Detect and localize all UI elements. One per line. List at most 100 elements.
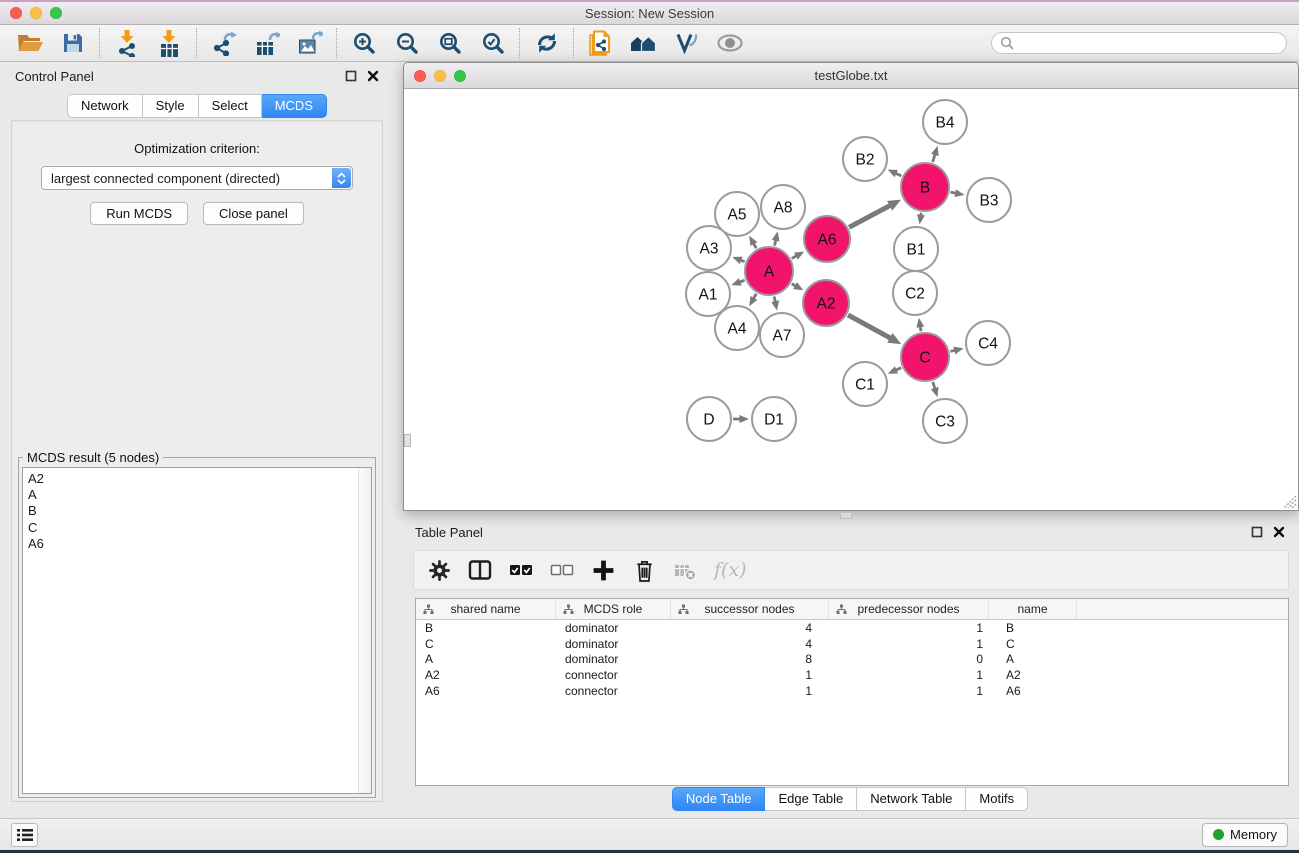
table-cell[interactable]: dominator: [556, 652, 671, 666]
tab-network[interactable]: Network: [67, 94, 143, 118]
task-history-button[interactable]: [11, 823, 38, 847]
list-item[interactable]: B: [28, 503, 366, 519]
zoom-out-button[interactable]: [385, 27, 428, 60]
column-header-name[interactable]: name: [989, 599, 1077, 619]
export-table-button[interactable]: [245, 27, 288, 60]
divider-grip[interactable]: [840, 512, 852, 519]
table-cell[interactable]: 4: [671, 621, 829, 635]
home-button[interactable]: [622, 27, 665, 60]
divider-grip[interactable]: [404, 434, 411, 447]
float-panel-icon[interactable]: [1251, 526, 1263, 538]
import-table-button[interactable]: [148, 27, 191, 60]
close-panel-button[interactable]: Close panel: [203, 202, 304, 225]
select-all-button[interactable]: [509, 558, 533, 582]
table-cell[interactable]: 1: [829, 637, 989, 651]
network-canvas[interactable]: B4B2BB3A8A5A6B1A3AA1C2A2A4A7C4CC1C3DD1: [404, 90, 1298, 510]
criterion-select[interactable]: largest connected component (directed): [41, 166, 353, 190]
table-cell[interactable]: 4: [671, 637, 829, 651]
table-settings-button[interactable]: [428, 559, 451, 582]
table-cell[interactable]: 8: [671, 652, 829, 666]
zoom-window-button[interactable]: [50, 7, 62, 19]
table-row[interactable]: A6connector11A6: [416, 683, 1288, 699]
scrollbar[interactable]: [358, 468, 371, 793]
delete-column-button[interactable]: [633, 558, 656, 583]
table-cell[interactable]: A: [989, 652, 1077, 666]
table-cell[interactable]: B: [416, 621, 556, 635]
tab-edge-table[interactable]: Edge Table: [765, 787, 857, 811]
run-mcds-button[interactable]: Run MCDS: [90, 202, 188, 225]
table-cell[interactable]: 1: [671, 668, 829, 682]
table-cell[interactable]: A6: [416, 684, 556, 698]
column-header-predecessor-nodes[interactable]: predecessor nodes: [829, 599, 989, 619]
table-row[interactable]: A2connector11A2: [416, 667, 1288, 683]
close-panel-icon[interactable]: [1273, 526, 1285, 538]
export-network-button[interactable]: [202, 27, 245, 60]
tab-mcds[interactable]: MCDS: [262, 94, 327, 118]
add-column-button[interactable]: [591, 558, 616, 583]
table-row[interactable]: Cdominator41C: [416, 636, 1288, 652]
hide-panel-button[interactable]: [708, 27, 751, 60]
table-cell[interactable]: 1: [671, 684, 829, 698]
close-window-button[interactable]: [10, 7, 22, 19]
zoom-selected-button[interactable]: [471, 27, 514, 60]
table-cell[interactable]: A2: [989, 668, 1077, 682]
column-header-mcds-role[interactable]: MCDS role: [556, 599, 671, 619]
table-cell[interactable]: C: [989, 637, 1077, 651]
close-panel-icon[interactable]: [367, 70, 379, 82]
table-cell[interactable]: dominator: [556, 637, 671, 651]
column-layout-button[interactable]: [468, 558, 492, 582]
tab-node-table[interactable]: Node Table: [672, 787, 766, 811]
graphics-details-icon: [675, 32, 699, 54]
tab-motifs[interactable]: Motifs: [966, 787, 1028, 811]
toolbar-search[interactable]: [991, 32, 1287, 54]
zoom-fit-button[interactable]: [428, 27, 471, 60]
table-row[interactable]: Adominator80A: [416, 652, 1288, 668]
tab-network-table[interactable]: Network Table: [857, 787, 966, 811]
resize-grip-icon[interactable]: [1281, 493, 1297, 509]
tab-select[interactable]: Select: [199, 94, 262, 118]
save-session-button[interactable]: [51, 27, 94, 60]
table-cell[interactable]: dominator: [556, 621, 671, 635]
import-network-button[interactable]: [105, 27, 148, 60]
table-cell[interactable]: B: [989, 621, 1077, 635]
list-item[interactable]: C: [28, 520, 366, 536]
search-input[interactable]: [1019, 35, 1278, 51]
deselect-all-button[interactable]: [550, 558, 574, 582]
refresh-button[interactable]: [525, 27, 568, 60]
minimize-window-button[interactable]: [30, 7, 42, 19]
memory-button[interactable]: Memory: [1202, 823, 1288, 847]
zoom-window-button[interactable]: [454, 70, 466, 82]
table-cell[interactable]: connector: [556, 668, 671, 682]
network-graph[interactable]: B4B2BB3A8A5A6B1A3AA1C2A2A4A7C4CC1C3DD1: [404, 90, 1298, 510]
table-cell[interactable]: 1: [829, 668, 989, 682]
list-item[interactable]: A: [28, 487, 366, 503]
table-cell[interactable]: 0: [829, 652, 989, 666]
tab-style[interactable]: Style: [143, 94, 199, 118]
column-header-successor-nodes[interactable]: successor nodes: [671, 599, 829, 619]
table-cell[interactable]: 1: [829, 684, 989, 698]
float-panel-icon[interactable]: [345, 70, 357, 82]
graphics-details-button[interactable]: [665, 27, 708, 60]
graph-edge[interactable]: [849, 205, 891, 227]
memory-label: Memory: [1230, 827, 1277, 842]
column-header-shared-name[interactable]: shared name: [416, 599, 556, 619]
network-window-titlebar[interactable]: testGlobe.txt: [404, 63, 1298, 89]
minimize-window-button[interactable]: [434, 70, 446, 82]
list-item[interactable]: A2: [28, 471, 366, 487]
mcds-result-list[interactable]: A2ABCA6: [22, 467, 372, 794]
list-item[interactable]: A6: [28, 536, 366, 552]
open-session-button[interactable]: [8, 27, 51, 60]
graph-node-label: C: [919, 350, 930, 367]
table-cell[interactable]: 1: [829, 621, 989, 635]
table-cell[interactable]: C: [416, 637, 556, 651]
table-cell[interactable]: A6: [989, 684, 1077, 698]
graph-edge[interactable]: [848, 315, 892, 339]
table-cell[interactable]: A2: [416, 668, 556, 682]
zoom-in-button[interactable]: [342, 27, 385, 60]
close-window-button[interactable]: [414, 70, 426, 82]
table-cell[interactable]: connector: [556, 684, 671, 698]
table-row[interactable]: Bdominator41B: [416, 620, 1288, 636]
table-cell[interactable]: A: [416, 652, 556, 666]
export-image-button[interactable]: [288, 27, 331, 60]
network-from-selection-button[interactable]: [579, 27, 622, 60]
